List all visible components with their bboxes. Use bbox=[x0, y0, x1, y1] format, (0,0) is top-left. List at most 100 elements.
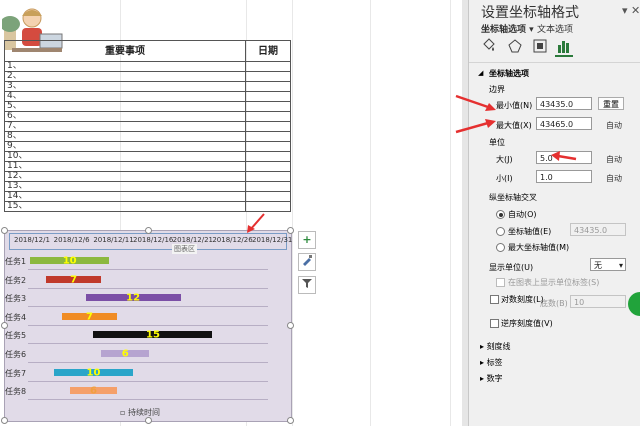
row-number-cell[interactable]: 13、 bbox=[4, 181, 246, 192]
minor-auto-button[interactable]: 自动 bbox=[606, 173, 622, 184]
table-row[interactable]: 1、 bbox=[4, 61, 291, 72]
resize-handle[interactable] bbox=[287, 322, 294, 329]
table-row[interactable]: 12、 bbox=[4, 171, 291, 182]
category-label: 任务2 bbox=[5, 275, 27, 285]
max-bound-input[interactable]: 43465.0 bbox=[536, 117, 592, 130]
table-row[interactable]: 15、 bbox=[4, 201, 291, 212]
chart-styles-button[interactable] bbox=[298, 253, 316, 271]
log-scale-checkbox[interactable] bbox=[490, 295, 499, 304]
row-number-cell[interactable]: 1、 bbox=[4, 61, 246, 72]
category-label: 任务1 bbox=[5, 257, 27, 266]
date-cell[interactable] bbox=[245, 191, 291, 202]
date-cell[interactable] bbox=[245, 171, 291, 182]
category-label: 任务8 bbox=[5, 387, 27, 397]
effects-pentagon-icon[interactable] bbox=[507, 38, 523, 54]
date-cell[interactable] bbox=[245, 141, 291, 152]
table-row[interactable]: 6、 bbox=[4, 111, 291, 122]
reset-button[interactable]: 重置 bbox=[598, 97, 624, 110]
row-number-cell[interactable]: 5、 bbox=[4, 101, 246, 112]
tab-axis-options[interactable]: 坐标轴选项 ▾ bbox=[481, 22, 534, 35]
date-cell[interactable] bbox=[245, 161, 291, 172]
resize-handle[interactable] bbox=[145, 417, 152, 424]
row-number-cell[interactable]: 10、 bbox=[4, 151, 246, 162]
table-row[interactable]: 2、 bbox=[4, 71, 291, 82]
section-axis-options[interactable]: 坐标轴选项 bbox=[489, 68, 529, 79]
table-row[interactable]: 7、 bbox=[4, 121, 291, 132]
gridline bbox=[28, 287, 268, 289]
row-number-cell[interactable]: 12、 bbox=[4, 171, 246, 182]
x-tick-label: 2018/12/6 bbox=[53, 236, 90, 244]
row-number-cell[interactable]: 11、 bbox=[4, 161, 246, 172]
date-cell[interactable] bbox=[245, 111, 291, 122]
log-scale-label: 对数刻度(L) bbox=[501, 295, 544, 304]
date-cell[interactable] bbox=[245, 151, 291, 162]
date-cell[interactable] bbox=[245, 81, 291, 92]
date-cell[interactable] bbox=[245, 101, 291, 112]
chart-legend[interactable]: ▫ 持续时间 bbox=[120, 407, 160, 418]
tab-text-options[interactable]: 文本选项 bbox=[537, 22, 573, 35]
date-cell[interactable] bbox=[245, 91, 291, 102]
row-number-cell[interactable]: 4、 bbox=[4, 91, 246, 102]
chart-filters-button[interactable] bbox=[298, 276, 316, 294]
column-header-item: 重要事项 bbox=[4, 40, 246, 62]
axis-options-bar-icon[interactable] bbox=[556, 38, 572, 54]
table-row[interactable]: 14、 bbox=[4, 191, 291, 202]
date-cell[interactable] bbox=[245, 131, 291, 142]
display-units-select[interactable]: 无 ▾ bbox=[590, 258, 626, 271]
vertical-axis-crosses-heading: 纵坐标轴交叉 bbox=[489, 193, 537, 202]
cross-max-radio[interactable] bbox=[496, 243, 505, 252]
close-pane-button[interactable]: ▾ ✕ bbox=[622, 4, 640, 17]
row-number-cell[interactable]: 9、 bbox=[4, 141, 246, 152]
table-row[interactable]: 13、 bbox=[4, 181, 291, 192]
resize-handle[interactable] bbox=[145, 227, 152, 234]
minor-unit-input[interactable]: 1.0 bbox=[536, 170, 592, 183]
date-cell[interactable] bbox=[245, 201, 291, 212]
size-properties-icon[interactable] bbox=[532, 38, 548, 54]
row-number-cell[interactable]: 2、 bbox=[4, 71, 246, 82]
labels-section[interactable]: ▸ 标签 bbox=[480, 357, 503, 368]
number-section[interactable]: ▸ 数字 bbox=[480, 373, 503, 384]
reverse-order-checkbox[interactable] bbox=[490, 319, 499, 328]
table-row[interactable]: 4、 bbox=[4, 91, 291, 102]
max-auto-button[interactable]: 自动 bbox=[606, 120, 622, 131]
resize-handle[interactable] bbox=[287, 417, 294, 424]
bar-data-label: 15 bbox=[145, 329, 160, 341]
row-number-cell[interactable]: 8、 bbox=[4, 131, 246, 142]
row-number-cell[interactable]: 3、 bbox=[4, 81, 246, 92]
gridline bbox=[28, 343, 268, 345]
table-row[interactable]: 5、 bbox=[4, 101, 291, 112]
cross-axis-value-input[interactable]: 43435.0 bbox=[570, 223, 626, 236]
table-row[interactable]: 10、 bbox=[4, 151, 291, 162]
major-auto-button[interactable]: 自动 bbox=[606, 154, 622, 165]
resize-handle[interactable] bbox=[1, 322, 8, 329]
max-label: 最大值(X) bbox=[496, 121, 532, 130]
chart-elements-button[interactable]: + bbox=[298, 231, 316, 249]
filter-icon bbox=[302, 279, 312, 288]
bar-data-label: 7 bbox=[86, 311, 93, 323]
row-number-cell[interactable]: 7、 bbox=[4, 121, 246, 132]
row-number-cell[interactable]: 14、 bbox=[4, 191, 246, 202]
legend-entry-duration: 持续时间 bbox=[127, 408, 160, 417]
table-row[interactable]: 8、 bbox=[4, 131, 291, 142]
min-bound-input[interactable]: 43435.0 bbox=[536, 97, 592, 110]
date-cell[interactable] bbox=[245, 121, 291, 132]
table-row[interactable]: 3、 bbox=[4, 81, 291, 92]
cross-axis-value-radio[interactable] bbox=[496, 227, 505, 236]
log-base-input[interactable]: 10 bbox=[570, 295, 626, 308]
gridline bbox=[28, 306, 268, 308]
cross-auto-radio[interactable] bbox=[496, 210, 505, 219]
date-cell[interactable] bbox=[245, 181, 291, 192]
row-number-cell[interactable]: 15、 bbox=[4, 201, 246, 212]
date-cell[interactable] bbox=[245, 61, 291, 72]
tick-marks-section[interactable]: ▸ 刻度线 bbox=[480, 341, 511, 352]
table-row[interactable]: 9、 bbox=[4, 141, 291, 152]
resize-handle[interactable] bbox=[287, 227, 294, 234]
date-cell[interactable] bbox=[245, 71, 291, 82]
row-number-cell[interactable]: 6、 bbox=[4, 111, 246, 122]
show-units-checkbox[interactable] bbox=[496, 278, 505, 287]
fill-line-icon[interactable] bbox=[481, 38, 497, 54]
resize-handle[interactable] bbox=[1, 417, 8, 424]
resize-handle[interactable] bbox=[1, 227, 8, 234]
collapse-triangle-icon[interactable]: ◢ bbox=[478, 69, 483, 77]
table-row[interactable]: 11、 bbox=[4, 161, 291, 172]
